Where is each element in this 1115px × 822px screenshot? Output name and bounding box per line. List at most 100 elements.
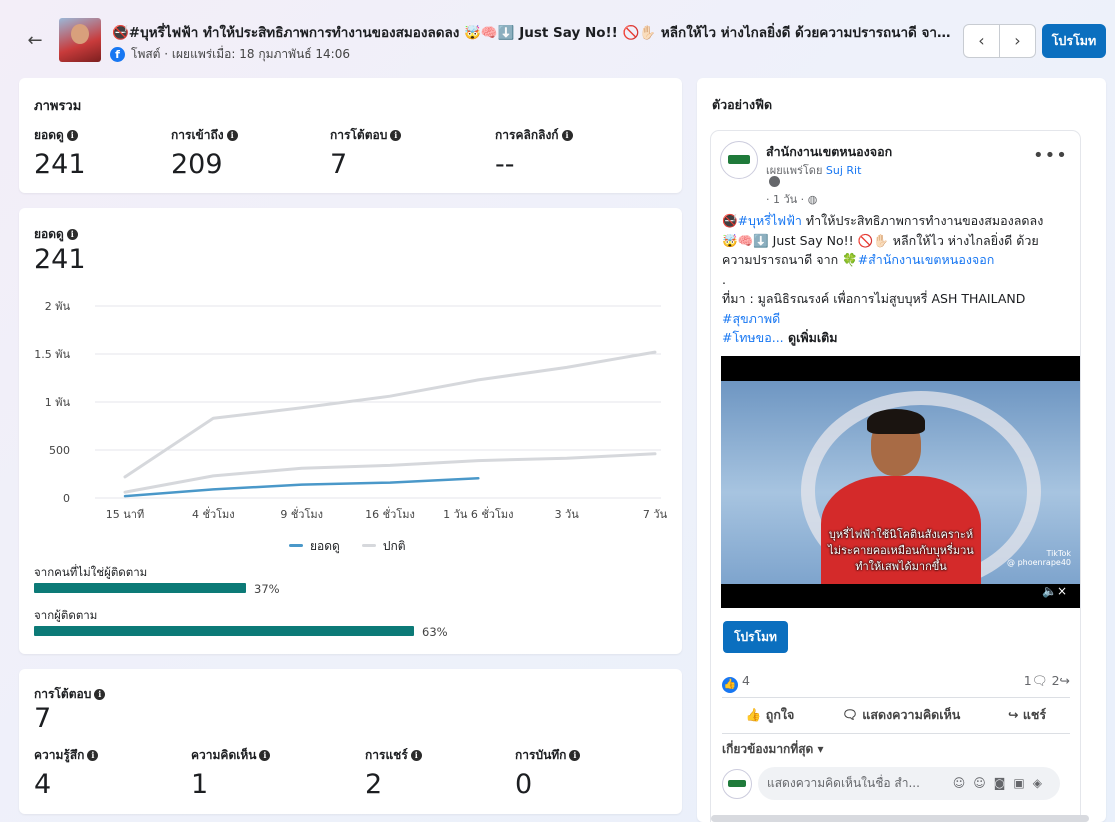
legend-item-views[interactable]: ยอดดู bbox=[289, 537, 340, 556]
mute-icon[interactable]: 🔈× bbox=[1042, 584, 1067, 598]
legend-swatch bbox=[361, 544, 376, 547]
x-tick-label: 1 วัน 6 ชั่วโมง bbox=[443, 506, 513, 521]
share-label: แชร์ bbox=[1022, 707, 1047, 722]
help-icon[interactable] bbox=[769, 176, 780, 187]
metric-views: ยอดดู i 241 bbox=[34, 126, 86, 180]
video-frame: บุหรี่ไฟฟ้าใช้นิโคตินสังเคราะห์ ไม่ระคาย… bbox=[721, 381, 1080, 584]
promote-button[interactable]: โปรโมท bbox=[1042, 24, 1106, 58]
legend-label: ยอดดู bbox=[310, 539, 340, 553]
comments-count[interactable]: 1 bbox=[1024, 673, 1032, 688]
camera-icon[interactable]: ◙ bbox=[994, 776, 1014, 790]
metric-shares: การแชร์ i 2 bbox=[365, 746, 422, 800]
hashtag-link[interactable]: #สำนักงานเขตหนองจอก bbox=[858, 252, 995, 267]
overview-title: ภาพรวม bbox=[34, 99, 82, 114]
promote-post-button[interactable]: โปรโมท bbox=[723, 621, 788, 653]
info-icon[interactable]: i bbox=[259, 750, 271, 761]
emoji-icon[interactable]: ☺ bbox=[973, 776, 994, 790]
post-thumbnail bbox=[59, 18, 101, 62]
metric-engagement: การโต้ตอบ i 7 bbox=[330, 126, 402, 180]
subtitle-line: บุหรี่ไฟฟ้าใช้นิโคตินสังเคราะห์ bbox=[828, 528, 974, 541]
views-card: ยอดดู i 241 0 500 1 พัน 1.5 พัน 2 พัน 15 นาที 4… bbox=[19, 208, 682, 654]
info-icon[interactable]: i bbox=[66, 130, 78, 141]
post-text: 🚭#บุหรี่ไฟฟ้า ทำให้ประสิทธิภาพการทำงานขอ… bbox=[722, 211, 1072, 348]
metric-link-clicks: การคลิกลิงก์ i -- bbox=[495, 126, 573, 180]
next-post-button[interactable]: › bbox=[1000, 25, 1035, 57]
views-value: 241 bbox=[34, 244, 86, 275]
comment-input[interactable]: แสดงความคิดเห็นในชื่อ สำ... ☺☺◙▣◈ bbox=[758, 767, 1060, 800]
non-follower-label: จากคนที่ไม่ใช่ผู้ติดตาม bbox=[34, 565, 148, 579]
text-segment: 🤯🧠⬇️ Just Say No!! 🚫✋🏻 หลีกให้ไว ห่างไกล… bbox=[722, 232, 1039, 248]
x-tick-label: 9 ชั่วโมง bbox=[280, 506, 323, 521]
legend-swatch bbox=[289, 544, 303, 547]
info-icon[interactable]: i bbox=[569, 750, 581, 761]
back-arrow-icon[interactable]: ← bbox=[24, 30, 46, 52]
info-icon[interactable]: i bbox=[87, 750, 99, 761]
info-icon[interactable]: i bbox=[390, 130, 402, 141]
shares-count[interactable]: 2 bbox=[1052, 673, 1060, 688]
engagement-value: 7 bbox=[34, 703, 52, 734]
follower-bar bbox=[34, 626, 637, 636]
avatar-sticker-icon[interactable]: ☺ bbox=[953, 776, 974, 790]
engagement-label-text: การโต้ตอบ bbox=[34, 687, 92, 701]
comment-sort-dropdown[interactable]: เกี่ยวข้องมากที่สุด ▾ bbox=[722, 740, 824, 759]
facebook-post-preview: สำนักงานเขตหนองจอก เผยแพร่โดย Suj Rit · … bbox=[711, 131, 1080, 822]
overview-card: ภาพรวม ยอดดู i 241 การเข้าถึง i 209 การโต้… bbox=[19, 78, 682, 193]
info-icon[interactable]: i bbox=[410, 750, 422, 761]
thumbs-up-icon: 👍 bbox=[745, 707, 766, 722]
hashtag-link[interactable]: #สุขภาพดี bbox=[722, 309, 1072, 329]
y-tick-label: 0 bbox=[63, 492, 70, 505]
follower-label: จากผู้ติดตาม bbox=[34, 608, 98, 622]
non-follower-percent: 37% bbox=[254, 582, 280, 596]
post-video[interactable]: บุหรี่ไฟฟ้าใช้นิโคตินสังเคราะห์ ไม่ระคาย… bbox=[721, 356, 1080, 608]
see-more-link[interactable]: ดูเพิ่มเติม bbox=[784, 330, 838, 345]
publisher-link[interactable]: Suj Rit bbox=[826, 164, 862, 177]
info-icon[interactable]: i bbox=[226, 130, 238, 141]
info-icon[interactable]: i bbox=[66, 229, 78, 240]
x-tick-label: 3 วัน bbox=[555, 508, 580, 521]
x-tick-label: 4 ชั่วโมง bbox=[192, 506, 235, 521]
share-icon: ↪ bbox=[1008, 707, 1023, 722]
more-options-icon[interactable]: ••• bbox=[1033, 145, 1068, 166]
chart-legend: ยอดดู ปกติ bbox=[289, 537, 406, 556]
comment-button[interactable]: 🗨 แสดงความคิดเห็น bbox=[842, 705, 960, 731]
like-button[interactable]: 👍 ถูกใจ bbox=[746, 705, 795, 731]
views-label: ยอดดู i bbox=[34, 225, 78, 244]
globe-icon: ◍ bbox=[807, 193, 818, 206]
divider bbox=[722, 733, 1070, 734]
page-name[interactable]: สำนักงานเขตหนองจอก bbox=[766, 142, 892, 162]
metric-value: -- bbox=[495, 149, 515, 180]
likes-count[interactable]: 4 bbox=[742, 673, 750, 688]
metric-value: 7 bbox=[330, 149, 348, 180]
comment-label: แสดงความคิดเห็น bbox=[862, 707, 961, 722]
divider bbox=[722, 697, 1070, 698]
previous-post-button[interactable]: ‹ bbox=[964, 25, 1000, 57]
post-navigation: ‹ › bbox=[963, 24, 1036, 58]
counts: 1🗨 2↪ bbox=[1024, 673, 1070, 689]
series-line-normal-2[interactable] bbox=[123, 452, 657, 494]
non-follower-bar bbox=[34, 583, 637, 593]
gif-icon[interactable]: ▣ bbox=[1013, 776, 1032, 790]
hashtag-link[interactable]: #บุหรี่ไฟฟ้า bbox=[738, 213, 802, 228]
post-actions: 👍 ถูกใจ 🗨 แสดงความคิดเห็น ↪ แชร์ bbox=[722, 705, 1070, 731]
comment-placeholder: แสดงความคิดเห็นในชื่อ สำ... bbox=[767, 776, 920, 790]
legend-label: ปกติ bbox=[382, 539, 406, 553]
page-avatar[interactable] bbox=[720, 141, 758, 179]
metric-value: 0 bbox=[515, 769, 533, 800]
metric-label: การแชร์ bbox=[365, 748, 408, 762]
y-tick-label: 1.5 พัน bbox=[34, 348, 70, 361]
like-reaction-icon: 👍 bbox=[722, 677, 738, 693]
preview-scrollbar[interactable] bbox=[711, 815, 1089, 822]
feed-preview-title: ตัวอย่างฟีด bbox=[712, 97, 773, 112]
non-follower-bar-fill bbox=[34, 583, 246, 593]
text-segment: ความปรารถนาดี จาก 🍀 bbox=[722, 252, 858, 267]
info-icon[interactable]: i bbox=[94, 689, 106, 700]
follower-bar-fill bbox=[34, 626, 414, 636]
hashtag-link[interactable]: #โทษขอ... bbox=[722, 330, 784, 345]
subtitle-line: ไม่ระคายคอเหมือนกับบุหรี่มวน bbox=[828, 544, 974, 557]
sticker-icon[interactable]: ◈ bbox=[1033, 776, 1050, 790]
legend-item-normal[interactable]: ปกติ bbox=[361, 537, 406, 556]
info-icon[interactable]: i bbox=[561, 130, 573, 141]
post-time: · 1 วัน · ◍ bbox=[766, 190, 817, 208]
views-label-text: ยอดดู bbox=[34, 227, 64, 241]
share-button[interactable]: ↪ แชร์ bbox=[1008, 705, 1046, 731]
